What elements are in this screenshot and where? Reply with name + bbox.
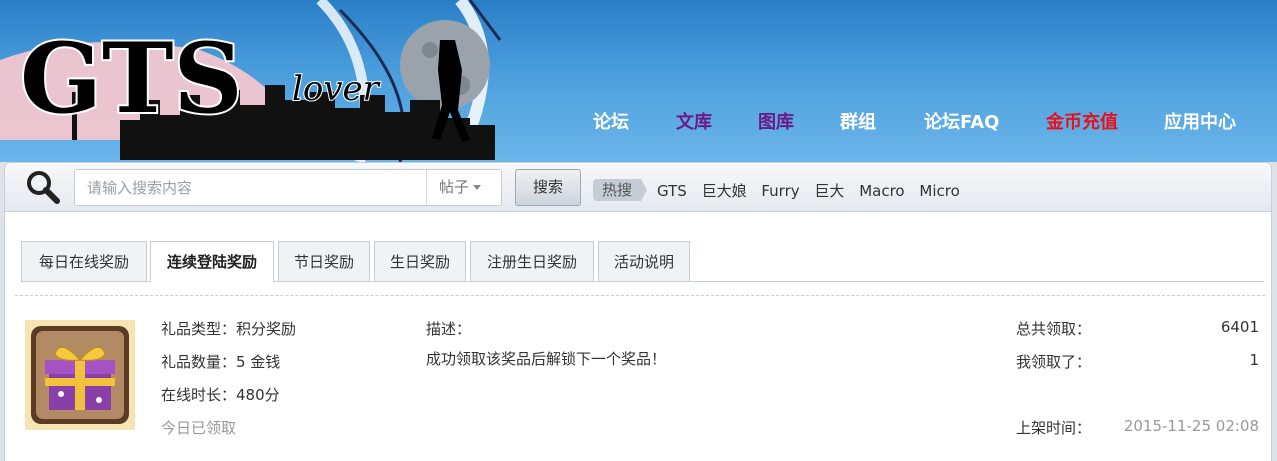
total-claimed-label: 总共领取： [1016,320,1092,338]
hot-search-label: 热搜 [593,179,647,201]
description-label: 描述： [426,320,472,338]
nav-item-forum[interactable]: 论坛 [593,108,629,134]
tab-birthday[interactable]: 生日奖励 [374,241,466,282]
search-button[interactable]: 搜索 [515,169,581,206]
search-type-select[interactable]: 帖子 [426,170,502,205]
tab-consecutive-login[interactable]: 连续登陆奖励 [150,241,274,283]
reward-tabs: 每日在线奖励 连续登陆奖励 节日奖励 生日奖励 注册生日奖励 活动说明 [21,240,1264,283]
listed-time-label: 上架时间： [1016,419,1092,437]
search-input[interactable] [75,170,425,205]
hot-word-link[interactable]: Micro [919,182,959,200]
nav-item-app-center[interactable]: 应用中心 [1164,108,1236,134]
listed-time-value: 2015-11-25 02:08 [1123,417,1259,435]
hot-word-link[interactable]: 巨大娘 [702,182,747,200]
chevron-down-icon [473,185,482,190]
search-icon[interactable] [25,169,61,205]
search-type-label: 帖子 [439,178,470,196]
hot-word-link[interactable]: 巨大 [814,182,844,200]
my-claimed-label: 我领取了： [1016,353,1092,371]
tab-activity-info[interactable]: 活动说明 [598,241,690,282]
tab-daily-online[interactable]: 每日在线奖励 [21,241,147,282]
gift-box-icon [25,320,135,430]
nav-item-gallery[interactable]: 图库 [758,108,794,134]
hot-word-link[interactable]: GTS [657,182,687,200]
description-text: 成功领取该奖品后解锁下一个奖品！ [426,350,667,368]
hot-word-link[interactable]: Macro [859,182,904,200]
reward-panel: 每日在线奖励 连续登陆奖励 节日奖励 生日奖励 注册生日奖励 活动说明 礼品类型… [4,212,1272,461]
claim-status: 今日已领取 [161,419,237,437]
svg-text:lover: lover [292,69,381,109]
hot-word-link[interactable]: Furry [761,182,799,200]
hot-search-words: GTS 巨大娘 Furry 巨大 Macro Micro [657,180,970,201]
nav-item-faq[interactable]: 论坛FAQ [924,108,999,134]
header-banner: GTS lover 论坛 文库 图库 群组 论坛FAQ 金币充值 应用中心 [0,0,1277,162]
site-logo[interactable]: GTS lover [0,0,520,160]
nav-item-recharge[interactable]: 金币充值 [1046,108,1118,134]
gift-amount: 礼品数量：5 金钱 [161,353,281,371]
svg-text:GTS: GTS [20,22,243,135]
search-bar: 帖子 搜索 热搜 GTS 巨大娘 Furry 巨大 Macro Micro [4,162,1272,212]
divider [15,295,1265,296]
tab-register-birthday[interactable]: 注册生日奖励 [470,241,594,282]
tab-holiday[interactable]: 节日奖励 [278,241,370,282]
online-time: 在线时长：480分 [161,386,280,404]
my-claimed-value: 1 [1249,351,1259,369]
gift-type: 礼品类型：积分奖励 [161,320,297,338]
search-box: 帖子 [74,169,502,206]
total-claimed-value: 6401 [1220,318,1259,336]
nav-item-groups[interactable]: 群组 [840,108,876,134]
nav-item-library[interactable]: 文库 [676,108,712,134]
